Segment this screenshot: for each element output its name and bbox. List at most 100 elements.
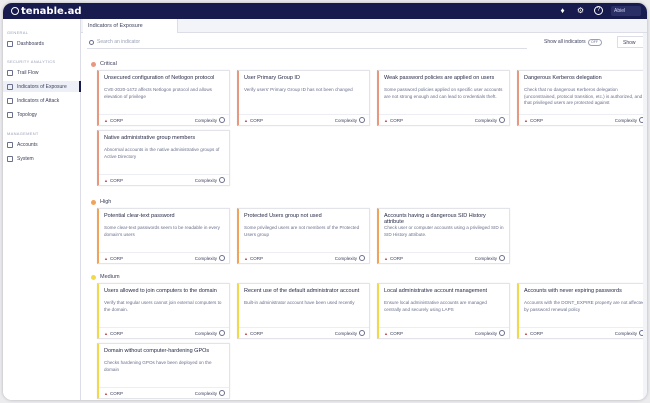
topology-icon — [7, 111, 13, 118]
sidebar-section-security: SECURITY ANALYTICS — [7, 59, 56, 64]
ioe-card[interactable]: Potential clear-text password Some clear-… — [97, 208, 230, 264]
sidebar-item-topology[interactable]: Topology — [3, 109, 81, 120]
attack-icon — [7, 97, 13, 104]
card-domain: ▲ CORP — [384, 256, 403, 261]
card-description: Accounts with the DONT_EXPIRE property a… — [524, 300, 645, 312]
ioe-card[interactable]: Accounts with never expiring passwords Ac… — [517, 283, 647, 339]
card-description: Some privileged users are not members of… — [244, 225, 360, 237]
top-bar: tenable.ad ♦ ⚙ ? Abiel — [3, 3, 647, 19]
tab-indicators-of-exposure[interactable]: Indicators of Exposure — [83, 19, 178, 33]
search-row: Search an indicator Show all indicators … — [87, 36, 647, 50]
group-critical: Critical — [91, 61, 117, 67]
card-description: Checks hardening GPOs have been deployed… — [104, 360, 212, 372]
card-footer: ▲ CORP Complexity — [99, 114, 229, 125]
card-domain: ▲ CORP — [104, 331, 123, 336]
card-title: User Primary Group ID — [244, 75, 300, 81]
ioe-card[interactable]: Dangerous Kerberos delegation Check that … — [517, 70, 647, 126]
complexity-gauge-icon — [499, 330, 505, 336]
medium-dot-icon — [91, 274, 96, 280]
sidebar-item-trailflow[interactable]: Trail Flow — [3, 67, 81, 78]
warning-icon: ▲ — [384, 331, 388, 336]
card-title: Potential clear-text password — [104, 213, 175, 219]
card-description: Some password policies applied on specif… — [384, 87, 503, 99]
warning-icon: ▲ — [244, 331, 248, 336]
card-complexity: Complexity — [474, 331, 497, 336]
ioe-card[interactable]: User Primary Group ID Verify users' Prima… — [237, 70, 370, 126]
card-description: Built-in administrator account have been… — [244, 300, 355, 305]
complexity-gauge-icon — [359, 330, 365, 336]
show-all-label: Show all indicators — [544, 39, 586, 45]
card-title: Accounts having a dangerous SID History … — [384, 213, 486, 225]
group-high: High — [91, 199, 111, 205]
card-complexity: Complexity — [194, 178, 217, 183]
ioe-card[interactable]: Recent use of the default administrator … — [237, 283, 370, 339]
bell-icon[interactable]: ♦ — [558, 6, 567, 15]
warning-icon: ▲ — [104, 331, 108, 336]
ioe-card[interactable]: Unsecured configuration of Netlogon prot… — [97, 70, 230, 126]
ioe-card[interactable]: Users allowed to join computers to the d… — [97, 283, 230, 339]
card-domain: ▲ CORP — [524, 118, 543, 123]
brand-logo[interactable]: tenable.ad — [11, 6, 82, 17]
ioe-card[interactable]: Domain without computer-hardening GPOs Ch… — [97, 343, 230, 399]
complexity-gauge-icon — [219, 330, 225, 336]
card-complexity: Complexity — [334, 118, 357, 123]
group-medium: Medium — [91, 274, 120, 280]
warning-icon: ▲ — [384, 256, 388, 261]
card-footer: ▲ CORP Complexity — [379, 327, 509, 338]
tab-bar: Indicators of Exposure — [81, 19, 647, 33]
card-footer: ▲ CORP Complexity — [99, 174, 229, 185]
ioe-card[interactable]: Protected Users group not used Some privi… — [237, 208, 370, 264]
card-title: Recent use of the default administrator … — [244, 288, 360, 294]
card-footer: ▲ CORP Complexity — [239, 114, 369, 125]
card-domain: ▲ CORP — [104, 391, 123, 396]
card-complexity: Complexity — [334, 256, 357, 261]
card-title: Weak password policies are applied on us… — [384, 75, 495, 81]
warning-icon: ▲ — [104, 256, 108, 261]
complexity-gauge-icon — [219, 177, 225, 183]
card-domain: ▲ CORP — [524, 331, 543, 336]
warning-icon: ▲ — [384, 118, 388, 123]
card-footer: ▲ CORP Complexity — [99, 327, 229, 338]
system-icon — [7, 155, 13, 162]
scrollbar[interactable] — [643, 33, 647, 400]
sidebar-item-accounts[interactable]: Accounts — [3, 139, 81, 150]
sidebar-item-system[interactable]: System — [3, 153, 81, 164]
card-domain: ▲ CORP — [244, 256, 263, 261]
card-complexity: Complexity — [194, 331, 217, 336]
ioe-card[interactable]: Native administrative group members Abnor… — [97, 130, 230, 186]
sidebar-item-ioa[interactable]: Indicators of Attack — [3, 95, 81, 106]
card-domain: ▲ CORP — [244, 331, 263, 336]
show-all-toggle[interactable]: OFF — [588, 39, 602, 46]
card-title: Dangerous Kerberos delegation — [524, 75, 602, 81]
card-footer: ▲ CORP Complexity — [239, 252, 369, 263]
warning-icon: ▲ — [104, 391, 108, 396]
user-menu[interactable]: Abiel — [611, 6, 641, 16]
ioe-card[interactable]: Weak password policies are applied on us… — [377, 70, 510, 126]
high-dot-icon — [91, 199, 96, 205]
help-icon[interactable]: ? — [594, 6, 603, 15]
card-domain: ▲ CORP — [384, 331, 403, 336]
card-domain: ▲ CORP — [244, 118, 263, 123]
ioe-card[interactable]: Local administrative account management E… — [377, 283, 510, 339]
card-description: CVE-2020-1472 affects Netlogon protocol … — [104, 87, 212, 99]
sidebar-item-ioe[interactable]: Indicators of Exposure — [3, 81, 81, 92]
card-complexity: Complexity — [474, 118, 497, 123]
settings-icon[interactable]: ⚙ — [576, 6, 585, 15]
warning-icon: ▲ — [104, 118, 108, 123]
search-input[interactable]: Search an indicator — [87, 36, 527, 49]
card-footer: ▲ CORP Complexity — [519, 114, 647, 125]
card-title: Unsecured configuration of Netlogon prot… — [104, 75, 215, 81]
ioe-card[interactable]: Accounts having a dangerous SID History … — [377, 208, 510, 264]
sidebar-section-general: GENERAL — [7, 30, 29, 35]
search-icon — [89, 40, 94, 45]
card-complexity: Complexity — [614, 118, 637, 123]
card-footer: ▲ CORP Complexity — [379, 114, 509, 125]
complexity-gauge-icon — [219, 255, 225, 261]
complexity-gauge-icon — [499, 117, 505, 123]
card-description: Check user or computer accounts using a … — [384, 225, 504, 237]
card-title: Local administrative account management — [384, 288, 488, 294]
sidebar-item-dashboards[interactable]: Dashboards — [3, 38, 81, 49]
accounts-icon — [7, 141, 13, 148]
warning-icon: ▲ — [244, 118, 248, 123]
exposure-icon — [7, 83, 13, 90]
